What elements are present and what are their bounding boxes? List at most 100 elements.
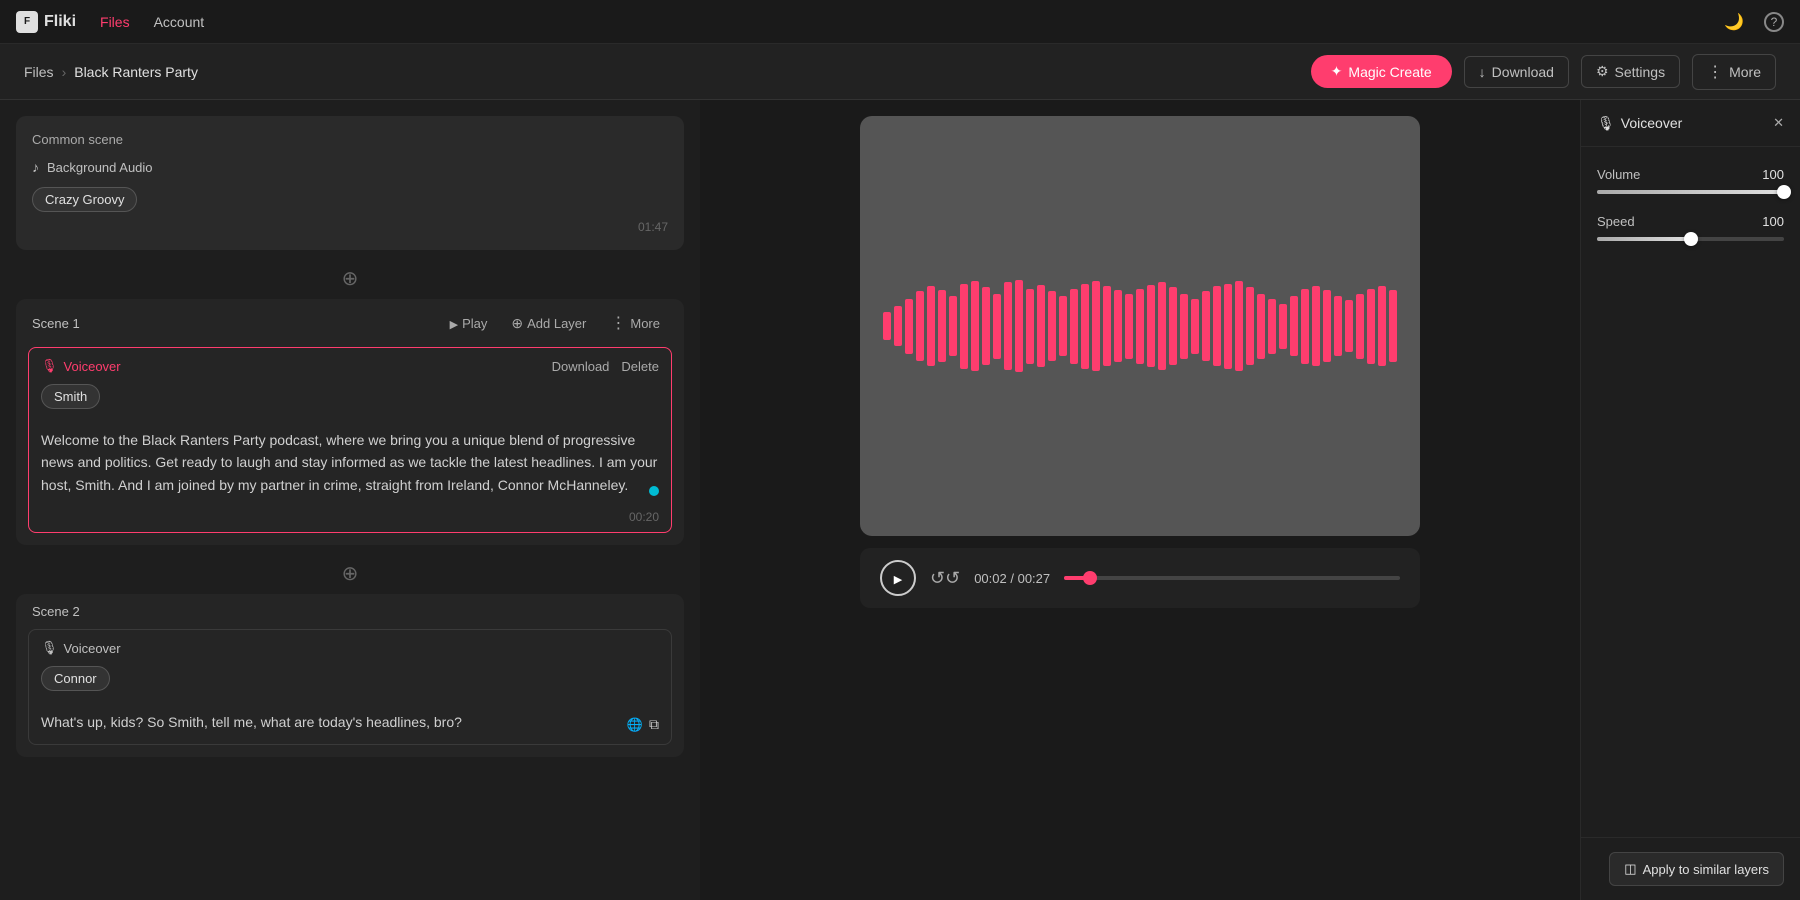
volume-value: 100 [1762, 167, 1784, 182]
preview-area [860, 116, 1420, 536]
breadcrumb-files[interactable]: Files [24, 64, 54, 80]
speed-slider-fill [1597, 237, 1691, 241]
scene2-voiceover-label: 🎙 Voiceover [41, 640, 121, 656]
magic-icon [1331, 63, 1343, 80]
progress-thumb [1083, 571, 1097, 585]
nav-files[interactable]: Files [100, 14, 130, 30]
voiceover-panel-close[interactable] [1773, 114, 1784, 132]
mic-icon-panel: 🎙 [1597, 115, 1615, 132]
download-label: Download [1492, 64, 1554, 80]
add-scene-button-2[interactable]: ⊕ [16, 553, 684, 594]
volume-slider-thumb [1777, 185, 1791, 199]
voiceover-download-button[interactable]: Download [552, 359, 610, 374]
scene1-more-label: More [630, 316, 660, 331]
more-label: More [1729, 64, 1761, 80]
dark-mode-toggle[interactable] [1724, 11, 1744, 32]
voiceover-panel-header: 🎙 Voiceover [1581, 100, 1800, 147]
scene1-voice-badge[interactable]: Smith [41, 384, 100, 409]
progress-bar[interactable] [1064, 576, 1400, 580]
scene2-voiceover-header: 🎙 Voiceover [29, 630, 671, 666]
scene1-header: Scene 1 Play Add Layer More [16, 299, 684, 347]
center-panel: ↺ 00:02 / 00:27 [700, 100, 1580, 900]
scene1-voiceover-time: 00:20 [29, 506, 671, 532]
play-pause-button[interactable] [880, 560, 916, 596]
help-button[interactable]: ? [1764, 12, 1784, 32]
add-icon-2: ⊕ [342, 561, 359, 586]
nav-account[interactable]: Account [154, 14, 205, 30]
time-display: 00:02 / 00:27 [974, 571, 1050, 586]
magic-create-label: Magic Create [1348, 64, 1431, 80]
breadcrumb-current: Black Ranters Party [74, 64, 198, 80]
scene1-voiceover-text[interactable]: Welcome to the Black Ranters Party podca… [29, 419, 671, 506]
volume-slider[interactable] [1597, 190, 1784, 194]
globe-icon [627, 713, 643, 736]
audio-track-badge[interactable]: Crazy Groovy [32, 187, 137, 212]
volume-slider-fill [1597, 190, 1784, 194]
playback-bar: ↺ 00:02 / 00:27 [860, 548, 1420, 608]
scene2-card: Scene 2 🎙 Voiceover Connor What's up, ki… [16, 594, 684, 756]
mic-icon-2: 🎙 [41, 640, 58, 656]
scene1-play-button[interactable]: Play [442, 312, 496, 335]
more-button[interactable]: More [1692, 54, 1776, 90]
speed-slider[interactable] [1597, 237, 1784, 241]
layer-icon: ◫ [1624, 861, 1636, 877]
current-time: 00:02 [974, 571, 1007, 586]
scene2-title: Scene 2 [32, 604, 80, 619]
magic-create-button[interactable]: Magic Create [1311, 55, 1452, 88]
scene1-card: Scene 1 Play Add Layer More [16, 299, 684, 545]
scene1-more-button[interactable]: More [602, 309, 668, 337]
app-logo[interactable]: F Fliki [16, 11, 76, 33]
scene1-voiceover-actions: Download Delete [552, 359, 659, 374]
scene1-actions: Play Add Layer More [442, 309, 668, 337]
scene1-add-layer-button[interactable]: Add Layer [503, 311, 594, 336]
audio-label: Background Audio [47, 160, 153, 175]
background-audio-row: Background Audio [32, 159, 668, 175]
scene2-header: Scene 2 [16, 594, 684, 629]
replay-icon: ↺ [930, 568, 960, 588]
common-scene-duration: 01:47 [32, 220, 668, 234]
left-panel: Common scene Background Audio Crazy Groo… [0, 100, 700, 900]
breadcrumb-bar: Files › Black Ranters Party Magic Create… [0, 44, 1800, 100]
add-scene-button-1[interactable]: ⊕ [16, 258, 684, 299]
scene1-title: Scene 1 [32, 316, 80, 331]
total-time: 00:27 [1018, 571, 1051, 586]
speed-label: Speed [1597, 214, 1635, 229]
right-panel: 🎙 Voiceover Volume 100 Speed 100 [1580, 100, 1800, 900]
scene2-voice-badge[interactable]: Connor [41, 666, 110, 691]
settings-label: Settings [1615, 64, 1666, 80]
top-navigation: F Fliki Files Account ? [0, 0, 1800, 44]
voiceover-panel-footer: ◫ Apply to similar layers [1581, 837, 1800, 900]
common-scene-title: Common scene [32, 132, 668, 147]
logo-icon: F [16, 11, 38, 33]
download-button[interactable]: Download [1464, 56, 1569, 88]
waveform-visualization [883, 280, 1397, 372]
apply-label: Apply to similar layers [1643, 862, 1769, 877]
replay-button[interactable]: ↺ [930, 568, 960, 589]
nav-right-actions: ? [1724, 11, 1784, 32]
breadcrumb-separator: › [62, 64, 67, 80]
speed-value: 100 [1762, 214, 1784, 229]
volume-label: Volume [1597, 167, 1640, 182]
add-icon-1: ⊕ [342, 266, 359, 291]
settings-icon [1596, 63, 1609, 80]
play-icon [450, 316, 458, 331]
play-icon-playback [894, 571, 902, 586]
voiceover-panel-body: Volume 100 Speed 100 [1581, 147, 1800, 837]
apply-to-similar-button[interactable]: ◫ Apply to similar layers [1609, 852, 1784, 886]
app-name: Fliki [44, 13, 76, 31]
scene1-more-icon [610, 313, 626, 333]
mic-icon: 🎙 [41, 358, 58, 374]
settings-button[interactable]: Settings [1581, 55, 1680, 88]
help-icon: ? [1764, 12, 1784, 32]
main-layout: Common scene Background Audio Crazy Groo… [0, 100, 1800, 900]
volume-control-row: Volume 100 [1597, 167, 1784, 182]
common-scene-card: Common scene Background Audio Crazy Groo… [16, 116, 684, 250]
scene2-voiceover-text[interactable]: What's up, kids? So Smith, tell me, what… [29, 701, 671, 743]
voiceover-indicator [649, 486, 659, 496]
scene1-voiceover-header: 🎙 Voiceover Download Delete [29, 348, 671, 384]
voiceover-delete-button[interactable]: Delete [621, 359, 659, 374]
speed-control-row: Speed 100 [1597, 214, 1784, 229]
voiceover-panel-title: 🎙 Voiceover [1597, 115, 1765, 132]
more-dots-icon [1707, 62, 1723, 82]
scene1-voiceover-layer: 🎙 Voiceover Download Delete Smith Welcom… [28, 347, 672, 533]
